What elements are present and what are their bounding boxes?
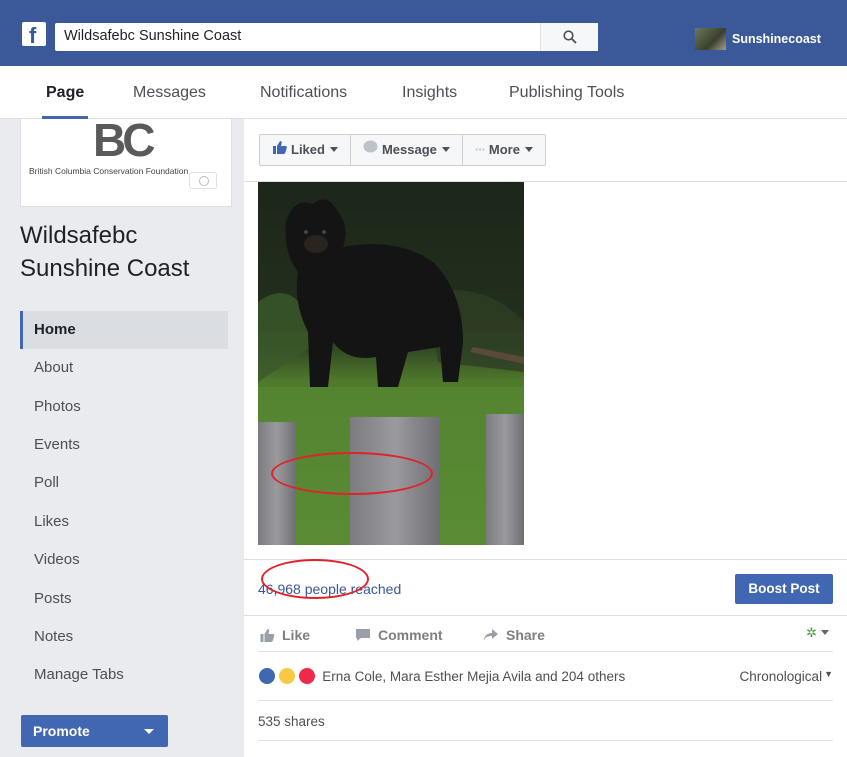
promote-button[interactable]: Promote: [21, 715, 168, 747]
sort-label: Chronological: [739, 669, 823, 684]
bear-photo-image: [258, 182, 524, 545]
sidebar-item-posts[interactable]: Posts: [20, 580, 228, 618]
post-card: Liked Message ··· More 46,968 people rea…: [244, 119, 847, 757]
caret-icon: ▼: [824, 669, 833, 679]
divider: [258, 740, 833, 741]
sidebar-item-home[interactable]: Home: [20, 311, 228, 349]
tab-publishing-tools[interactable]: Publishing Tools: [509, 84, 624, 102]
page-action-buttons: Liked Message ··· More: [259, 134, 546, 166]
liked-button[interactable]: Liked: [260, 135, 351, 165]
reactions-names: Erna Cole, Mara Esther Mejia Avila and 2…: [322, 669, 626, 684]
page-tabs: Page Messages Notifications Insights Pub…: [0, 66, 847, 119]
chevron-down-icon: [821, 630, 829, 635]
boost-post-button[interactable]: Boost Post: [735, 574, 833, 604]
search-box[interactable]: Wildsafebc Sunshine Coast: [55, 23, 598, 51]
search-input[interactable]: Wildsafebc Sunshine Coast: [64, 28, 241, 44]
sidebar-item-poll[interactable]: Poll: [20, 464, 228, 502]
user-name: Sunshinecoast: [732, 32, 821, 46]
share-button[interactable]: Share: [482, 627, 545, 643]
wow-reaction-icon: [277, 667, 296, 685]
like-button[interactable]: Like: [258, 627, 310, 643]
shares-count[interactable]: 535 shares: [258, 714, 325, 729]
thumbs-up-icon: [273, 141, 287, 154]
share-icon: [484, 629, 498, 641]
sidebar-item-about[interactable]: About: [20, 349, 228, 387]
search-icon: [563, 30, 577, 44]
messenger-icon: [363, 140, 378, 153]
logo-caption: British Columbia Conservation Foundation: [29, 166, 189, 176]
more-label: More: [488, 142, 520, 157]
comment-sort-dropdown[interactable]: Chronological ▼: [740, 669, 833, 684]
like-reaction-icon: [258, 667, 276, 685]
sidebar-item-likes[interactable]: Likes: [20, 503, 228, 541]
tab-messages[interactable]: Messages: [133, 84, 206, 102]
sidebar-item-videos[interactable]: Videos: [20, 541, 228, 579]
profile-picture[interactable]: BC British Columbia Conservation Foundat…: [20, 114, 232, 207]
left-sidebar: BC British Columbia Conservation Foundat…: [0, 114, 244, 757]
thumbs-up-icon: [260, 629, 275, 642]
like-label: Like: [282, 627, 311, 643]
chevron-down-icon: [441, 147, 450, 152]
message-label: Message: [381, 142, 437, 157]
more-button[interactable]: ··· More: [463, 135, 545, 165]
search-button[interactable]: [540, 23, 598, 51]
divider: [258, 651, 833, 652]
reactions-summary[interactable]: Erna Cole, Mara Esther Mejia Avila and 2…: [258, 667, 625, 687]
post-photo[interactable]: [258, 182, 524, 545]
page-title[interactable]: Wildsafebc Sunshine Coast: [20, 219, 235, 285]
bc-logo: BC: [93, 114, 155, 166]
sidebar-item-manage-tabs[interactable]: Manage Tabs: [20, 656, 228, 694]
next-row-partial: [258, 750, 833, 757]
chevron-down-icon: [524, 147, 533, 152]
chevron-down-icon: [329, 147, 338, 152]
reach-link[interactable]: 46,968 people reached: [258, 581, 401, 597]
promote-label: Promote: [33, 723, 90, 739]
chevron-down-icon[interactable]: [144, 729, 154, 734]
tab-insights[interactable]: Insights: [402, 84, 457, 102]
facebook-logo-icon[interactable]: f: [22, 22, 46, 48]
comment-icon: [356, 629, 370, 641]
share-label: Share: [506, 627, 545, 643]
divider: [244, 559, 847, 560]
top-bar: f Wildsafebc Sunshine Coast Sunshinecoas…: [0, 0, 847, 66]
sidebar-item-photos[interactable]: Photos: [20, 388, 228, 426]
divider: [258, 700, 833, 701]
camera-icon[interactable]: [189, 172, 217, 189]
audience-icon: ✲: [806, 625, 817, 640]
message-button[interactable]: Message: [351, 135, 463, 165]
avatar: [695, 28, 726, 50]
tab-notifications[interactable]: Notifications: [260, 84, 347, 102]
tab-page[interactable]: Page: [41, 84, 89, 119]
ellipsis-icon: ···: [474, 142, 486, 157]
audience-selector[interactable]: ✲: [806, 625, 829, 641]
sidebar-item-events[interactable]: Events: [20, 426, 228, 464]
comment-button[interactable]: Comment: [354, 627, 443, 643]
liked-label: Liked: [291, 142, 325, 157]
love-reaction-icon: [297, 667, 316, 685]
comment-label: Comment: [378, 627, 443, 643]
sidebar-item-notes[interactable]: Notes: [20, 618, 228, 656]
divider: [244, 615, 847, 616]
